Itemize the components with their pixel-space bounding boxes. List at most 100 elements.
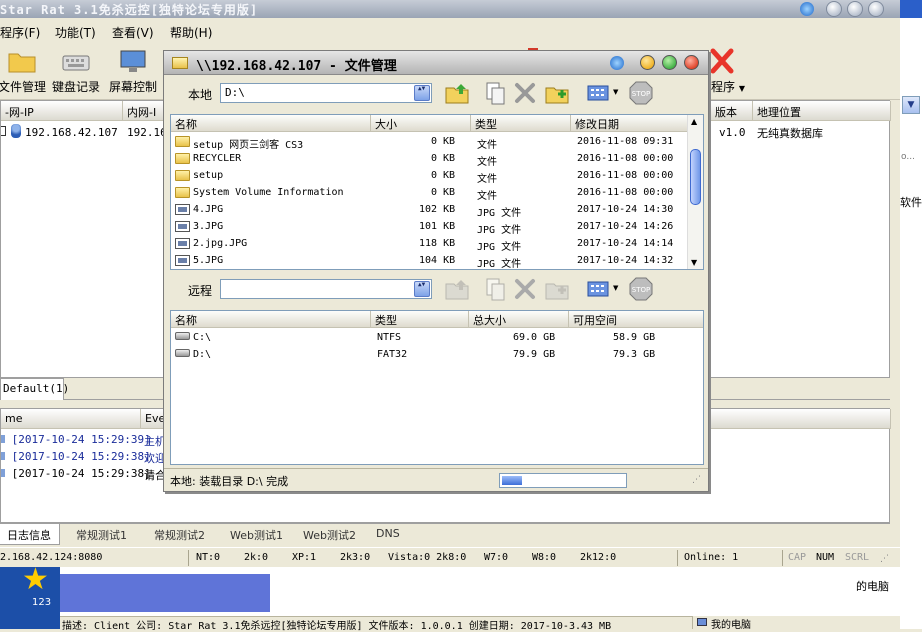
tab-log-info[interactable]: 日志信息 (0, 524, 60, 545)
local-path-dropdown-icon[interactable] (414, 85, 430, 101)
local-header-size[interactable]: 大小 (371, 115, 471, 132)
local-toolbar: 本地 D:\ ▼ STOP (164, 76, 708, 110)
status-2k-count: 2k:0 (244, 552, 269, 563)
log-entry-icon (1, 469, 5, 477)
remote-view-dropdown-icon[interactable]: ▼ (613, 284, 618, 292)
local-header-name[interactable]: 名称 (171, 115, 371, 132)
drive-row[interactable]: D:\ FAT32 79.9 GB 79.3 GB (171, 347, 691, 364)
file-row[interactable]: 3.JPG 101 KB JPG 文件 2017-10-24 14:26 (171, 219, 691, 236)
keyboard-icon (62, 55, 90, 71)
computer-icon (697, 618, 707, 626)
remote-stop-icon[interactable]: STOP (628, 276, 654, 302)
fm-minimize-button[interactable] (640, 55, 655, 70)
tab-general-test-1[interactable]: 常规测试1 (68, 524, 135, 545)
view-mode-icon[interactable] (586, 80, 610, 106)
stop-icon[interactable]: STOP (628, 80, 654, 106)
progress-fill (502, 476, 522, 485)
column-header-location[interactable]: 地理位置 (753, 101, 891, 121)
folder-icon (175, 136, 190, 147)
local-scroll-thumb[interactable] (690, 149, 701, 205)
local-header-date[interactable]: 修改日期 (571, 115, 689, 132)
group-tab-default[interactable]: Default(1) (0, 378, 69, 400)
column-header-lan-ip[interactable]: 内网-I (123, 101, 168, 121)
file-size: 0 KB (431, 153, 456, 164)
file-row[interactable]: 4.JPG 102 KB JPG 文件 2017-10-24 14:30 (171, 202, 691, 219)
client-version: v1.0 (719, 126, 746, 139)
side-text-2: 软件 (900, 196, 922, 209)
remote-path-dropdown-icon[interactable] (414, 281, 430, 297)
row-checkbox[interactable] (1, 126, 6, 136)
app-badge-icon (800, 2, 814, 16)
remote-up-folder-icon[interactable] (444, 276, 470, 302)
status-online-count: Online: 1 (684, 552, 739, 563)
column-header-wan-ip[interactable]: -网-IP (1, 101, 123, 121)
maximize-button[interactable] (847, 1, 863, 17)
tab-web-test-1[interactable]: Web测试1 (222, 524, 291, 545)
client-lan-ip: 192.16 (127, 126, 167, 139)
scroll-up-icon[interactable]: ▲ (691, 117, 697, 126)
fm-close-button[interactable] (684, 55, 699, 70)
keylogger-tool[interactable]: 键盘记录 (48, 48, 104, 95)
delete-icon[interactable] (512, 80, 538, 106)
file-date: 2016-11-08 00:00 (577, 187, 674, 198)
remote-header-type[interactable]: 类型 (371, 311, 469, 328)
status-bar: 2.168.42.124:8080 NT:0 2k:0 XP:1 2k3:0 V… (0, 547, 900, 567)
menu-view[interactable]: 查看(V) (112, 24, 154, 41)
remote-header-total[interactable]: 总大小 (469, 311, 569, 328)
exit-dropdown-arrow-icon[interactable]: ▼ (739, 84, 745, 93)
file-type: JPG 文件 (477, 225, 522, 236)
file-row[interactable]: 5.JPG 104 KB JPG 文件 2017-10-24 14:32 (171, 253, 691, 269)
tab-dns[interactable]: DNS (368, 524, 408, 545)
local-file-list: 名称 大小 类型 修改日期 setup 网页三剑客 CS3 0 KB 文件 2016-… (170, 114, 704, 270)
tab-web-test-2[interactable]: Web测试2 (295, 524, 364, 545)
file-size: 101 KB (419, 221, 456, 232)
remote-path-combo[interactable] (220, 279, 432, 299)
minimize-button[interactable] (826, 1, 842, 17)
scroll-down-icon[interactable]: ▼ (691, 258, 697, 267)
close-button[interactable] (868, 1, 884, 17)
copy-icon[interactable] (482, 80, 508, 106)
file-date: 2016-11-08 00:00 (577, 153, 674, 164)
file-date: 2017-10-24 14:14 (577, 238, 674, 249)
log-header-time[interactable]: me (1, 409, 141, 429)
remote-delete-icon[interactable] (512, 276, 538, 302)
local-path-combo[interactable]: D:\ (220, 83, 432, 103)
file-row[interactable]: setup 网页三剑客 CS3 0 KB 文件 2016-11-08 09:31 (171, 134, 691, 151)
fm-resize-grip-icon[interactable]: ⋰ (692, 475, 701, 485)
client-wan-ip: 192.168.42.107 (25, 126, 118, 139)
file-size: 0 KB (431, 136, 456, 147)
column-header-version[interactable]: 版本 (711, 101, 753, 121)
file-size: 102 KB (419, 204, 456, 215)
image-file-icon (175, 204, 190, 215)
resize-grip-icon[interactable]: ⋰ (880, 554, 889, 564)
menu-program[interactable]: 程序(F) (0, 24, 40, 41)
remote-copy-icon[interactable] (482, 276, 508, 302)
drive-name: D:\ (193, 349, 212, 360)
log-row: [2017-10-24 15:29:39] 主机 (1, 433, 166, 448)
menu-help[interactable]: 帮助(H) (170, 24, 212, 41)
file-row[interactable]: RECYCLER 0 KB 文件 2016-11-08 00:00 (171, 151, 691, 168)
file-row[interactable]: setup 0 KB 文件 2016-11-08 00:00 (171, 168, 691, 185)
tab-general-test-2[interactable]: 常规测试2 (146, 524, 213, 545)
main-window-title: Star Rat 3.1免杀远控[独特论坛专用版] (0, 3, 259, 17)
dropdown-arrow-icon[interactable]: ▼ (902, 96, 920, 114)
menu-function[interactable]: 功能(T) (55, 24, 96, 41)
view-mode-dropdown-icon[interactable]: ▼ (613, 88, 618, 96)
remote-view-mode-icon[interactable] (586, 276, 610, 302)
file-row[interactable]: 2.jpg.JPG 118 KB JPG 文件 2017-10-24 14:14 (171, 236, 691, 253)
new-folder-icon[interactable] (544, 80, 570, 106)
local-scrollbar[interactable]: ▲ ▼ (687, 115, 703, 269)
remote-new-folder-icon[interactable] (544, 276, 570, 302)
file-manager-tool[interactable]: 文件管理 (0, 48, 50, 95)
up-folder-icon[interactable] (444, 80, 470, 106)
remote-header-name[interactable]: 名称 (171, 311, 371, 328)
file-date: 2017-10-24 14:32 (577, 255, 674, 266)
screen-control-tool[interactable]: 屏幕控制 (105, 48, 161, 95)
local-header-type[interactable]: 类型 (471, 115, 571, 132)
star-icon[interactable]: ★ (22, 565, 49, 595)
drive-row[interactable]: C:\ NTFS 69.0 GB 58.9 GB (171, 330, 691, 347)
remote-header-free[interactable]: 可用空间 (569, 311, 703, 328)
log-time: [2017-10-24 15:29:38] (11, 450, 151, 463)
fm-maximize-button[interactable] (662, 55, 677, 70)
file-row[interactable]: System Volume Information 0 KB 文件 2016-11-0… (171, 185, 691, 202)
